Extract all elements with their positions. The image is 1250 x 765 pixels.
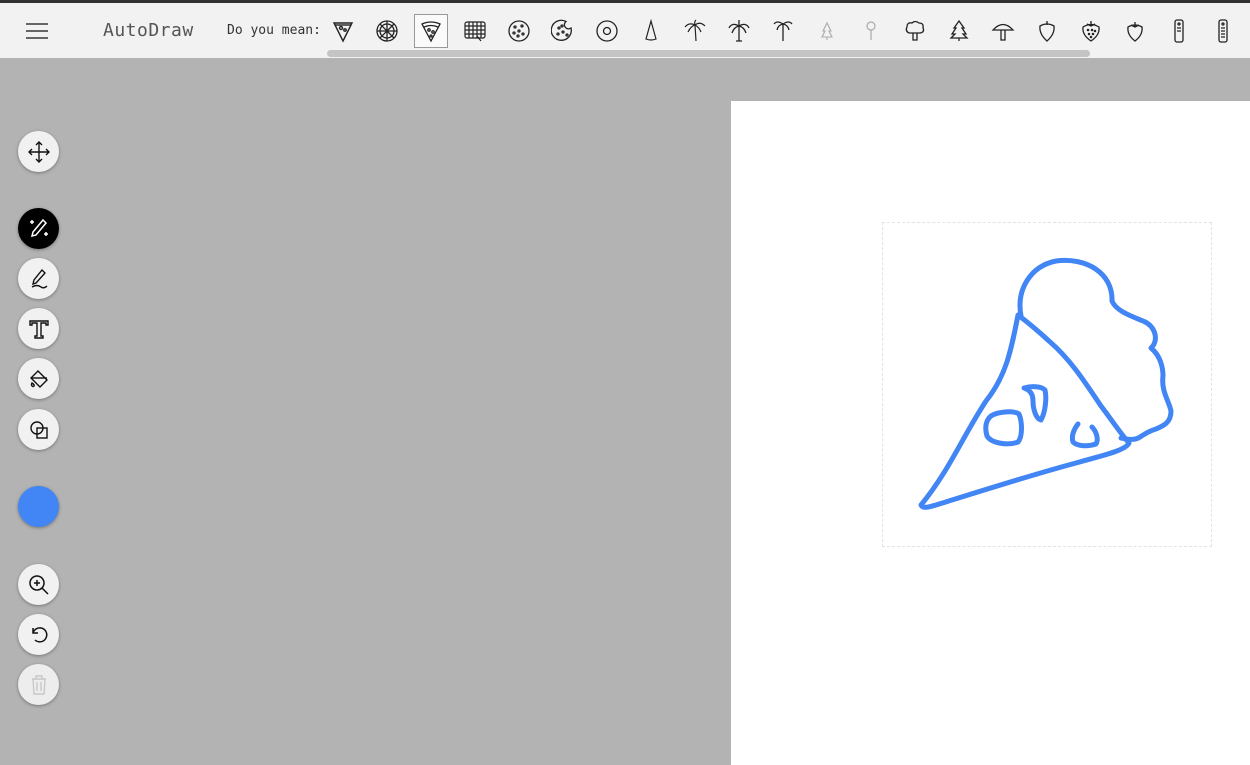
suggestion-pizza[interactable] [370, 14, 404, 48]
fill-tool-button[interactable] [18, 358, 59, 399]
suggestion-broccoli[interactable] [898, 14, 932, 48]
zoom-in-icon [28, 574, 49, 595]
suggestion-waffle[interactable] [458, 14, 492, 48]
palm-tree-tall-icon [773, 21, 793, 41]
pizza-icon [376, 20, 398, 42]
paint-bucket-icon [29, 369, 48, 388]
drawing-stroke-topping-3 [1069, 421, 1100, 449]
drawing-canvas[interactable] [731, 101, 1250, 765]
menu-button[interactable] [22, 19, 54, 43]
suggestion-mushroom[interactable] [986, 14, 1020, 48]
suggestion-strawberry-alt[interactable] [1118, 14, 1152, 48]
delete-tool-button[interactable] [18, 664, 59, 705]
lollipop-icon [866, 21, 876, 40]
top-bar: AutoDraw Do you mean: [0, 0, 1250, 58]
suggestions-label: Do you mean: [227, 23, 321, 38]
move-arrows-icon [27, 140, 50, 163]
suggestion-tree-faded[interactable] [810, 14, 844, 48]
pine-tree-icon [949, 19, 969, 41]
suggestion-pine-tree[interactable] [942, 14, 976, 48]
suggestion-lollipop[interactable] [854, 14, 888, 48]
zoom-tool-button[interactable] [18, 564, 59, 605]
suggestion-pizza-slice[interactable] [326, 14, 360, 48]
user-drawing [918, 257, 1174, 510]
drawing-stroke-topping-2 [1021, 384, 1049, 423]
cookie-icon [508, 20, 530, 42]
suggestion-donut[interactable] [590, 14, 624, 48]
suggestion-remote-control-alt[interactable] [1206, 14, 1240, 48]
suggestion-strawberry[interactable] [1074, 14, 1108, 48]
color-picker-button[interactable] [18, 486, 59, 527]
trash-icon [31, 674, 46, 695]
suggestion-palm-tree-tall[interactable] [766, 14, 800, 48]
suggestion-cone[interactable] [634, 14, 668, 48]
pizza-slice-icon [332, 22, 354, 43]
strawberry-outline-icon [1039, 21, 1055, 42]
suggestion-cookie-bitten[interactable] [546, 14, 580, 48]
waffle-icon [464, 21, 486, 42]
donut-icon [596, 20, 618, 42]
suggestion-palm-tree-alt[interactable] [722, 14, 756, 48]
remote-control-alt-icon [1218, 19, 1228, 43]
suggestion-cookie[interactable] [502, 14, 536, 48]
palm-tree-alt-icon [728, 20, 750, 42]
strawberry-icon [1082, 21, 1100, 42]
magic-pencil-icon [29, 218, 48, 237]
strawberry-alt-icon [1127, 22, 1143, 42]
shape-tool-button[interactable] [18, 409, 59, 450]
undo-tool-button[interactable] [18, 614, 59, 655]
draw-tool-button[interactable] [18, 258, 59, 299]
cone-icon [645, 19, 657, 41]
tree-faded-icon [821, 21, 833, 40]
suggestions-scrollbar[interactable] [327, 50, 1090, 57]
type-tool-button[interactable] [18, 308, 59, 349]
app-title: AutoDraw [103, 20, 194, 41]
suggestions-list [326, 14, 1250, 52]
select-tool-button[interactable] [18, 131, 59, 172]
broccoli-icon [905, 20, 925, 41]
undo-icon [31, 626, 47, 643]
autodraw-tool-button[interactable] [18, 208, 59, 249]
pizza-slice-alt-icon [421, 21, 441, 43]
suggestion-pizza-slice-selected[interactable] [414, 14, 448, 48]
suggestion-remote-control[interactable] [1162, 14, 1196, 48]
palm-tree-icon [684, 19, 706, 42]
drawing-stroke-outline [918, 312, 1132, 510]
remote-control-icon [1174, 19, 1184, 43]
mushroom-icon [991, 23, 1015, 41]
suggestion-strawberry-outline[interactable] [1030, 14, 1064, 48]
text-t-icon [28, 319, 49, 339]
drawing-stroke-topping-1 [983, 409, 1024, 447]
pencil-icon [31, 268, 47, 288]
cookie-bitten-icon [551, 19, 572, 41]
suggestion-palm-tree[interactable] [678, 14, 712, 48]
shapes-icon [29, 420, 48, 439]
